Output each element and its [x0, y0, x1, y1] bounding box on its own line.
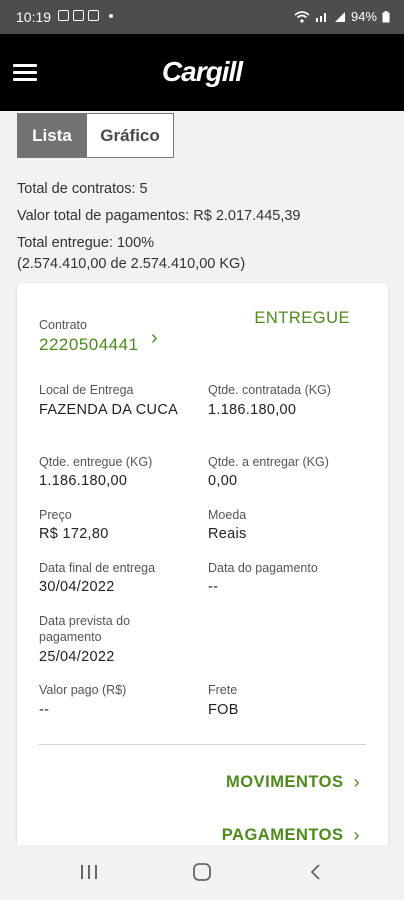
chevron-right-icon: ›: [353, 772, 360, 792]
payment-date-label: Data do pagamento: [208, 561, 318, 575]
contracted-qty-value: 1.186.180,00: [208, 402, 297, 418]
contracted-qty-label: Qtde. contratada (KG): [208, 383, 331, 397]
expected-payment-date-label-line2: pagamento: [39, 630, 102, 644]
amount-paid-label: Valor pago (R$): [39, 683, 127, 697]
contracts-summary: Total de contratos: 5 Valor total de pag…: [17, 176, 387, 275]
price-label: Preço: [39, 508, 72, 522]
card-divider: [39, 744, 366, 745]
view-tabs: Lista Gráfico: [17, 113, 174, 158]
system-navigation-bar: [0, 845, 404, 900]
final-delivery-date-label: Data final de entrega: [39, 561, 156, 575]
to-deliver-qty-label: Qtde. a entregar (KG): [208, 455, 329, 469]
wifi-icon: [294, 10, 310, 23]
home-icon[interactable]: [192, 863, 212, 881]
delivery-location-value: FAZENDA DA CUCA: [39, 402, 179, 418]
app-bar: Cargill: [0, 34, 404, 111]
tab-grafico[interactable]: Gráfico: [87, 113, 174, 158]
recent-apps-icon[interactable]: [79, 863, 99, 881]
more-notifications-icon: [109, 13, 113, 18]
notification-icons: [58, 10, 113, 21]
expected-payment-date-label: Data prevista do pagamento: [39, 613, 130, 645]
cargill-logo: Cargill: [161, 56, 243, 87]
movimentos-button[interactable]: MOVIMENTOS ›: [226, 772, 360, 793]
expected-payment-date-label-line1: Data prevista do: [39, 614, 131, 628]
status-badge: ENTREGUE: [254, 309, 350, 327]
signal-4g-icon: [315, 12, 326, 22]
movimentos-label: MOVIMENTOS: [226, 773, 344, 791]
price-value: R$ 172,80: [39, 526, 109, 542]
expected-payment-date-value: 25/04/2022: [39, 649, 115, 665]
status-time: 10:19: [16, 9, 52, 25]
delivered-qty-value: 1.186.180,00: [39, 473, 128, 489]
back-icon[interactable]: [309, 863, 323, 881]
tab-lista[interactable]: Lista: [17, 113, 87, 158]
chevron-right-icon[interactable]: ›: [151, 327, 158, 350]
message-icon: [73, 10, 84, 21]
payment-date-value: --: [208, 579, 219, 595]
freight-value: FOB: [208, 702, 239, 718]
to-deliver-qty-value: 0,00: [208, 473, 238, 489]
gallery-icon: [58, 10, 69, 21]
battery-percent: 94%: [350, 9, 377, 24]
currency-value: Reais: [208, 526, 247, 542]
contract-label: Contrato: [39, 318, 87, 332]
delivered-detail-text: (2.574.410,00 de 2.574.410,00 KG): [17, 256, 246, 272]
contract-number-link[interactable]: 2220504441: [39, 335, 139, 355]
amount-paid-value: --: [39, 702, 50, 718]
pagamentos-button[interactable]: PAGAMENTOS ›: [222, 825, 360, 846]
total-delivered-text: Total entregue: 100%: [17, 235, 155, 251]
total-payments-text: Valor total de pagamentos: R$ 2.017.445,…: [17, 208, 301, 224]
mail-icon: [88, 10, 99, 21]
pagamentos-label: PAGAMENTOS: [221, 826, 344, 844]
currency-label: Moeda: [208, 508, 247, 522]
signal-icon: [334, 11, 345, 22]
final-delivery-date-value: 30/04/2022: [39, 579, 115, 595]
total-contracts-text: Total de contratos: 5: [17, 181, 148, 197]
battery-icon: [382, 10, 390, 22]
contract-card: Contrato 2220504441 › ENTREGUE Local de …: [17, 283, 388, 863]
delivery-location-label: Local de Entrega: [39, 383, 134, 397]
delivered-qty-label: Qtde. entregue (KG): [39, 455, 153, 469]
status-bar: 10:19 94%: [0, 0, 404, 34]
chevron-right-icon: ›: [353, 825, 360, 845]
freight-label: Frete: [208, 683, 238, 697]
